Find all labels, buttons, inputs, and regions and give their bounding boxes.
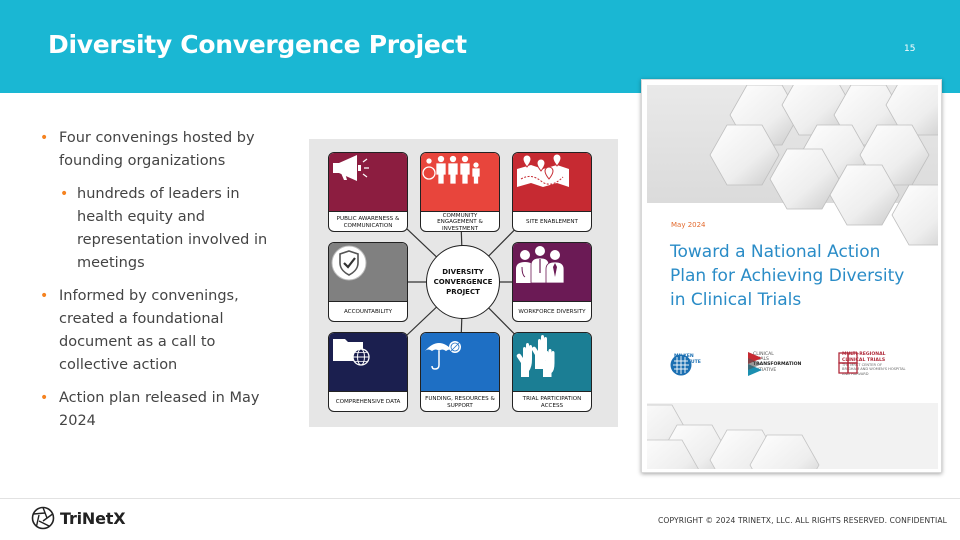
milken-logo: MILKEN INSTITUTE (670, 354, 701, 376)
brand-name: TriNetX (60, 508, 126, 528)
tile-label: FUNDING, RESOURCES & SUPPORT (421, 391, 499, 411)
center-line: CONVERGENCE (433, 278, 493, 286)
slide-title: Diversity Convergence Project (48, 30, 467, 59)
tile-comprehensive-data: COMPREHENSIVE DATA (328, 332, 408, 412)
tile-label: SITE ENABLEMENT (513, 211, 591, 231)
page-number: 15 (904, 44, 916, 54)
convergence-diagram: PUBLIC AWARENESS & COMMUNICATION COMMUNI… (309, 139, 618, 427)
copyright-text: COPYRIGHT © 2024 TRINETX, LLC. ALL RIGHT… (658, 516, 948, 525)
tile-label: WORKFORCE DIVERSITY (513, 301, 591, 321)
tile-label: PUBLIC AWARENESS & COMMUNICATION (329, 211, 407, 231)
bullet-item: Informed by convenings, created a founda… (38, 285, 288, 377)
community-people-icon (422, 155, 480, 184)
tile-workforce-diversity: WORKFORCE DIVERSITY (512, 242, 592, 322)
map-pins-icon (517, 153, 569, 187)
bullet-item: Four convenings hosted by founding organ… (38, 127, 288, 173)
tile-accountability: ACCOUNTABILITY (328, 242, 408, 322)
bullet-item: Action plan released in May 2024 (38, 387, 288, 433)
tile-public-awareness: PUBLIC AWARENESS & COMMUNICATION (328, 152, 408, 232)
mrct-logo-icon (838, 352, 858, 374)
tile-label: COMPREHENSIVE DATA (329, 391, 407, 411)
cover-date: May 2024 (671, 221, 706, 229)
workforce-icon (516, 246, 565, 284)
report-cover-page: May 2024 Toward a National Action Plan f… (647, 85, 938, 469)
footer-divider (0, 498, 960, 499)
tile-funding-resources: FUNDING, RESOURCES & SUPPORT (420, 332, 500, 412)
center-hub: DIVERSITY CONVERGENCE PROJECT (426, 245, 500, 319)
center-line: DIVERSITY (442, 268, 484, 276)
folder-globe-icon (333, 339, 370, 366)
tile-label: ACCOUNTABILITY (329, 301, 407, 321)
sub-bullet-item: hundreds of leaders in health equity and… (38, 183, 288, 275)
center-line: PROJECT (446, 288, 480, 296)
trinetx-aperture-icon (31, 506, 55, 530)
bullet-list: Four convenings hosted by founding organ… (38, 127, 288, 443)
umbrella-icon (425, 340, 462, 370)
report-cover: May 2024 Toward a National Action Plan f… (641, 79, 942, 473)
raised-hands-icon (516, 335, 555, 377)
milken-logo-icon (670, 354, 692, 376)
megaphone-icon (333, 155, 369, 181)
tile-site-enablement: SITE ENABLEMENT (512, 152, 592, 232)
slide: Diversity Convergence Project 15 Four co… (0, 0, 960, 540)
tile-label: TRIAL PARTICIPATION ACCESS (513, 391, 591, 411)
tile-community-engagement: COMMUNITY ENGAGEMENT & INVESTMENT (420, 152, 500, 232)
ctti-logo: CLINICAL TRIALS TRANSFORMATION INITIATIV… (748, 352, 801, 376)
tile-trial-participation: TRIAL PARTICIPATION ACCESS (512, 332, 592, 412)
cover-title: Toward a National Action Plan for Achiev… (670, 242, 905, 310)
tile-label: COMMUNITY ENGAGEMENT & INVESTMENT (421, 211, 499, 231)
ctti-logo-icon (748, 352, 762, 376)
shield-check-icon (331, 245, 367, 281)
mrct-logo: MULTI-REGIONAL CLINICAL TRIALS THE MRCT … (838, 352, 906, 376)
trinetx-logo: TriNetX (31, 506, 126, 530)
